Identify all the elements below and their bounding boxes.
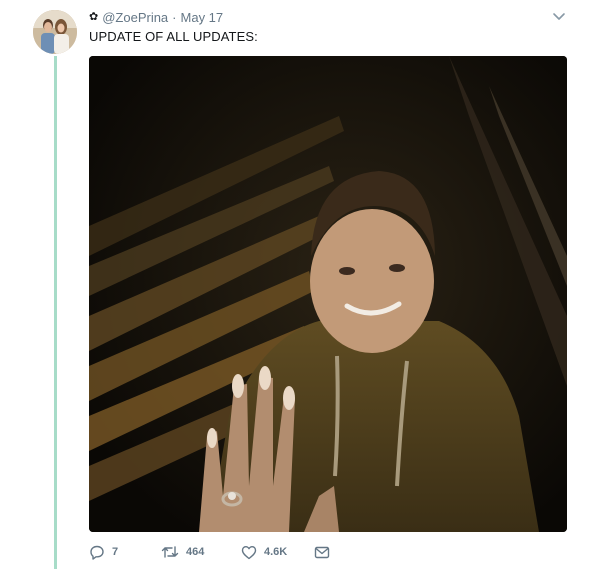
heart-icon <box>241 545 257 559</box>
tweet-date[interactable]: May 17 <box>181 10 224 25</box>
like-count: 4.6K <box>264 546 288 558</box>
user-handle[interactable]: @ZoePrina <box>102 10 168 25</box>
reply-button[interactable]: 7 <box>89 545 161 560</box>
like-button[interactable]: 4.6K <box>241 545 314 560</box>
tweet-photo[interactable] <box>89 56 567 532</box>
reply-icon <box>90 545 104 560</box>
retweet-button[interactable]: 464 <box>161 545 241 559</box>
envelope-icon <box>314 546 330 558</box>
direct-message-button[interactable] <box>314 546 330 559</box>
avatar[interactable] <box>33 10 77 54</box>
tweet-text: UPDATE OF ALL UPDATES: <box>89 29 258 44</box>
hammock-selfie-photo <box>89 56 567 532</box>
retweet-icon <box>161 546 179 558</box>
tweet-actions: 7 464 4.6K <box>89 543 330 561</box>
chevron-down-icon[interactable] <box>551 8 567 24</box>
retweet-count: 464 <box>186 546 205 558</box>
avatar-photo <box>33 10 77 54</box>
thread-line <box>54 56 57 569</box>
gear-icon: ✿ <box>89 11 99 23</box>
reply-count: 7 <box>112 546 119 558</box>
tweet-header: ✿ @ZoePrina · May 17 <box>89 10 223 25</box>
header-separator: · <box>172 10 177 25</box>
